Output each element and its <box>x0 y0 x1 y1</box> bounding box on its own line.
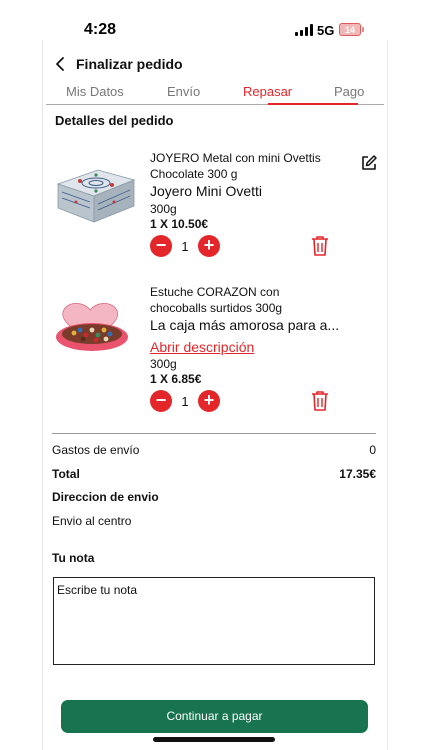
decrease-quantity-button[interactable]: − <box>150 390 172 412</box>
tab-repasar[interactable]: Repasar <box>243 84 292 99</box>
shipping-label: Gastos de envío <box>52 443 140 457</box>
cart-item: JOYERO Metal con mini Ovettis Chocolate … <box>52 150 382 260</box>
edit-icon[interactable] <box>360 154 378 172</box>
home-indicator <box>153 737 275 742</box>
header: Finalizar pedido <box>52 52 183 76</box>
battery-tip <box>362 27 364 32</box>
page-title: Finalizar pedido <box>76 56 183 72</box>
quantity-stepper: − 1 + <box>150 235 220 257</box>
tab-pago[interactable]: Pago <box>334 84 364 99</box>
divider <box>52 433 376 434</box>
product-price: 1 X 6.85€ <box>150 372 202 386</box>
cart-item: Estuche CORAZON con chocoballs surtidos … <box>52 284 382 414</box>
note-box <box>53 577 375 665</box>
product-name: Estuche CORAZON con chocoballs surtidos … <box>150 285 283 315</box>
total-row: Total 17.35€ <box>52 467 376 481</box>
total-label: Total <box>52 467 80 481</box>
product-subtitle: Joyero Mini Ovetti <box>150 183 263 199</box>
product-weight: 300g <box>150 202 177 216</box>
product-name: JOYERO Metal con mini Ovettis Chocolate … <box>150 151 321 181</box>
decrease-quantity-button[interactable]: − <box>150 235 172 257</box>
battery-level: 14 <box>344 25 355 35</box>
trash-icon[interactable] <box>310 390 330 412</box>
note-label: Tu nota <box>52 551 95 565</box>
continue-to-payment-button[interactable]: Continuar a pagar <box>61 700 368 733</box>
increase-quantity-button[interactable]: + <box>198 235 220 257</box>
quantity-stepper: − 1 + <box>150 390 220 412</box>
battery-icon: 14 <box>339 23 361 36</box>
product-image-joyero <box>56 169 136 223</box>
product-subtitle: La caja más amorosa para a... <box>150 317 340 333</box>
shipping-cost-row: Gastos de envío 0 <box>52 443 376 457</box>
network-type: 5G <box>317 23 335 38</box>
increase-quantity-button[interactable]: + <box>198 390 220 412</box>
product-price: 1 X 10.50€ <box>150 217 209 231</box>
checkout-steps: Mis Datos Envío Repasar Pago <box>46 80 384 105</box>
status-time: 4:28 <box>84 21 117 38</box>
signal-icon <box>295 24 313 36</box>
active-tab-indicator <box>268 103 358 105</box>
order-details-title: Detalles del pedido <box>55 113 174 128</box>
quantity-value: 1 <box>181 393 189 409</box>
total-value: 17.35€ <box>339 467 376 481</box>
shipping-value: 0 <box>369 443 376 457</box>
product-image-corazon <box>56 302 128 351</box>
back-icon[interactable] <box>52 55 70 73</box>
status-bar: 4:28 5G 14 <box>0 0 422 44</box>
note-input[interactable] <box>54 578 374 664</box>
quantity-value: 1 <box>181 238 189 254</box>
trash-icon[interactable] <box>310 235 330 257</box>
shipping-address-value: Envio al centro <box>52 514 132 528</box>
product-weight: 300g <box>150 357 177 371</box>
open-description-link[interactable]: Abrir descripción <box>150 339 254 355</box>
tab-mis-datos[interactable]: Mis Datos <box>66 84 124 99</box>
tab-envio[interactable]: Envío <box>167 84 200 99</box>
shipping-address-title: Direccion de envio <box>52 490 159 504</box>
